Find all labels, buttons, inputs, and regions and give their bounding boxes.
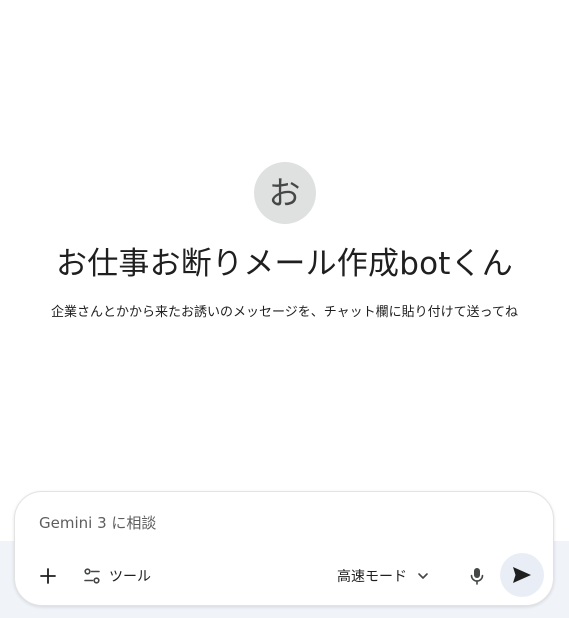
gem-avatar: お: [253, 162, 316, 224]
microphone-icon: [469, 567, 485, 585]
prompt-composer: ツール 高速モード: [14, 491, 554, 606]
plus-icon: [39, 567, 57, 585]
prompt-input[interactable]: [39, 514, 519, 532]
model-mode-label: 高速モード: [337, 569, 407, 585]
gem-description: 企業さんとかから来たお誘いのメッセージを、チャット欄に貼り付けて送ってね: [51, 305, 518, 320]
gem-avatar-letter: お: [268, 174, 301, 212]
gem-chat-page: お お仕事お断りメール作成botくん 企業さんとかから来たお誘いのメッセージを、…: [0, 0, 569, 618]
gem-intro: お お仕事お断りメール作成botくん 企業さんとかから来たお誘いのメッセージを、…: [0, 162, 569, 320]
add-files-button[interactable]: [33, 561, 63, 591]
send-button[interactable]: [500, 553, 544, 597]
gem-title: お仕事お断りメール作成botくん: [56, 246, 513, 282]
chevron-down-icon: [417, 570, 429, 582]
tools-button[interactable]: ツール: [83, 561, 151, 591]
microphone-button[interactable]: [462, 561, 492, 591]
tune-icon: [83, 567, 101, 585]
model-mode-selector[interactable]: 高速モード: [337, 561, 429, 591]
tools-label: ツール: [109, 569, 151, 585]
send-icon: [512, 566, 532, 584]
